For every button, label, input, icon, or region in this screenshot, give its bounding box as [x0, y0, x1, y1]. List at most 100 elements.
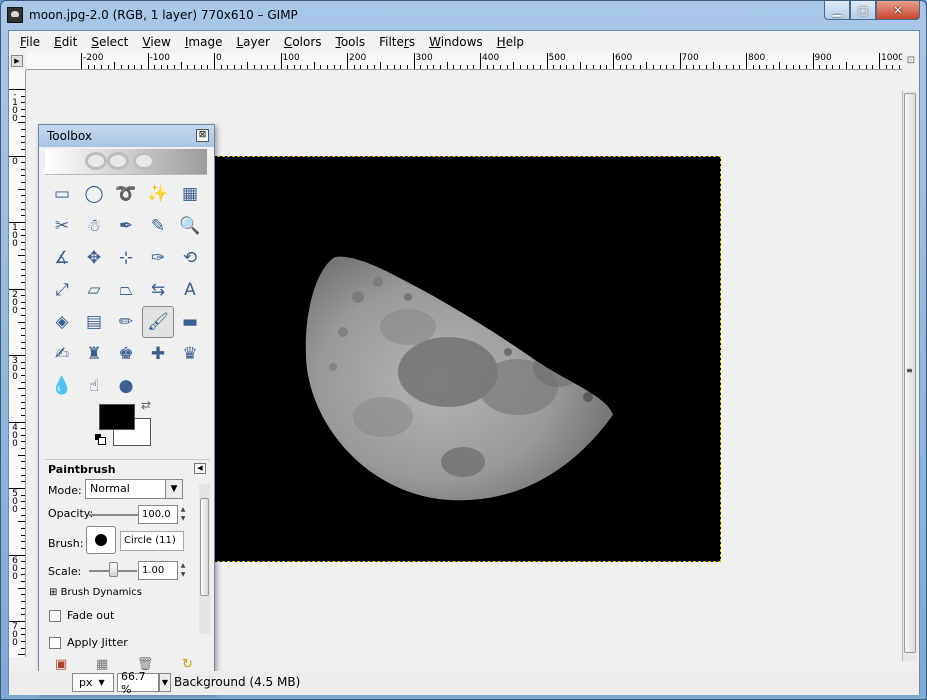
menu-tools[interactable]: Tools: [329, 35, 373, 49]
toolbox-close-button[interactable]: ⊠: [196, 129, 209, 142]
menu-select[interactable]: Select: [84, 35, 135, 49]
brush-name-field[interactable]: Circle (11): [120, 531, 184, 551]
scissors-select-icon[interactable]: ✂: [46, 210, 78, 242]
zoom-icon[interactable]: 🔍: [174, 210, 206, 242]
ruler-minor-tick: [859, 65, 861, 69]
opacity-spin-arrows[interactable]: ▲ ▼: [179, 505, 187, 524]
menu-view[interactable]: View: [135, 35, 177, 49]
ruler-minor-tick: [333, 65, 335, 69]
paths-icon[interactable]: ✒: [110, 210, 142, 242]
ruler-label: 800: [748, 53, 766, 63]
unit-select[interactable]: px ▼: [72, 673, 114, 692]
rect-select-icon[interactable]: ▭: [46, 178, 78, 210]
tool-options-scrollbar[interactable]: [199, 484, 210, 634]
mode-select[interactable]: Normal ▼: [85, 479, 183, 499]
ruler-minor-tick: [21, 461, 25, 463]
perspective-icon[interactable]: ⏢: [110, 274, 142, 306]
text-icon[interactable]: A: [174, 274, 206, 306]
opacity-input[interactable]: 100.0: [138, 505, 178, 524]
fuzzy-select-icon[interactable]: ✨: [142, 178, 174, 210]
ruler-minor-tick: [21, 514, 25, 516]
ruler-minor-tick: [194, 65, 196, 69]
measure-icon[interactable]: ∡: [46, 242, 78, 274]
clone-icon[interactable]: ♚: [110, 338, 142, 370]
move-icon[interactable]: ✥: [78, 242, 110, 274]
bucket-fill-icon[interactable]: ◈: [46, 306, 78, 338]
zoom-input[interactable]: 66.7 %: [117, 670, 159, 696]
ruler-minor-tick: [18, 587, 25, 589]
ruler-minor-tick: [752, 65, 754, 69]
canvas-area: ▶ -200 -100 0 100 200 300 400 500 600 700 800 900 10…: [9, 53, 919, 693]
ruler-minor-tick: [21, 501, 25, 503]
ruler-minor-tick: [493, 65, 495, 69]
airbrush-icon[interactable]: ✍: [46, 338, 78, 370]
minimize-button[interactable]: ▁: [824, 1, 850, 20]
ruler-major-tick: [280, 53, 282, 69]
crop-icon[interactable]: ✑: [142, 242, 174, 274]
smudge-icon[interactable]: ☝: [78, 370, 110, 402]
scale-icon[interactable]: ⤢: [46, 274, 78, 306]
select-by-color-icon[interactable]: ▦: [174, 178, 206, 210]
ruler-label: 500: [548, 53, 566, 63]
ellipse-select-icon[interactable]: ◯: [78, 178, 110, 210]
blend-icon[interactable]: ▤: [78, 306, 110, 338]
ruler-minor-tick: [819, 65, 821, 69]
fade-out-checkbox[interactable]: [49, 610, 61, 622]
tool-options-menu-button[interactable]: ◀: [194, 463, 206, 474]
maximize-button[interactable]: ▢: [850, 1, 876, 20]
ruler-minor-tick: [380, 62, 382, 69]
fade-out-label: Fade out: [67, 609, 115, 622]
blur-sharpen-icon[interactable]: 💧: [46, 370, 78, 402]
eraser-icon[interactable]: ▬: [174, 306, 206, 338]
ruler-label: 0: [12, 156, 18, 167]
apply-jitter-checkbox[interactable]: [49, 637, 61, 649]
vertical-ruler[interactable]: -100 0 100 200 300 400 500 600 700: [9, 70, 26, 657]
perspective-clone-icon[interactable]: ♛: [174, 338, 206, 370]
zoom-fit-icon[interactable]: ⊡: [905, 55, 917, 67]
toolbox-title-bar[interactable]: Toolbox ⊠: [39, 125, 214, 147]
menu-windows[interactable]: Windows: [422, 35, 490, 49]
menu-file[interactable]: File: [13, 35, 47, 49]
dodge-burn-icon[interactable]: ●: [110, 370, 142, 402]
brush-dynamics-expander[interactable]: ⊞ Brush Dynamics: [49, 587, 142, 598]
ink-icon[interactable]: ♜: [78, 338, 110, 370]
close-button[interactable]: ✕: [876, 1, 920, 20]
swap-colors-icon[interactable]: ⇄: [141, 398, 151, 412]
vertical-scrollbar[interactable]: ≡: [902, 91, 917, 661]
heal-icon[interactable]: ✚: [142, 338, 174, 370]
foreground-select-icon[interactable]: ☃: [78, 210, 110, 242]
zoom-dropdown-button[interactable]: ▼: [159, 673, 171, 692]
ruler-minor-tick: [652, 65, 654, 69]
scale-spin-arrows[interactable]: ▲ ▼: [179, 561, 187, 580]
title-bar[interactable]: moon.jpg-2.0 (RGB, 1 layer) 770x610 – GI…: [1, 1, 926, 29]
tool-options-scroll-thumb[interactable]: [200, 498, 209, 596]
rotate-icon[interactable]: ⟲: [174, 242, 206, 274]
ruler-minor-tick: [593, 65, 595, 69]
horizontal-ruler[interactable]: -200 -100 0 100 200 300 400 500 600 700 800 900 1000: [26, 53, 902, 70]
align-icon[interactable]: ⊹: [110, 242, 142, 274]
menu-edit[interactable]: Edit: [47, 35, 84, 49]
ruler-minor-tick: [140, 65, 142, 69]
foreground-color[interactable]: [99, 404, 135, 430]
chevron-down-icon: ▼: [98, 678, 105, 687]
menu-colors[interactable]: Colors: [277, 35, 329, 49]
menu-filters[interactable]: Filters: [372, 35, 422, 49]
free-select-icon[interactable]: ➰: [110, 178, 142, 210]
menu-image[interactable]: Image: [178, 35, 230, 49]
color-picker-icon[interactable]: ✎: [142, 210, 174, 242]
scale-input[interactable]: 1.00: [138, 561, 178, 580]
image-canvas[interactable]: [207, 156, 721, 562]
ruler-label: 600: [12, 555, 18, 582]
flip-icon[interactable]: ⇆: [142, 274, 174, 306]
wilber-banner[interactable]: [45, 149, 207, 175]
brush-preview-button[interactable]: [86, 526, 116, 554]
menu-help[interactable]: Help: [490, 35, 531, 49]
scale-slider-handle[interactable]: [109, 562, 118, 577]
default-colors-icon[interactable]: [95, 434, 106, 445]
toolbox-title: Toolbox: [47, 129, 92, 143]
shear-icon[interactable]: ▱: [78, 274, 110, 306]
menu-layer[interactable]: Layer: [229, 35, 276, 49]
pencil-icon[interactable]: ✏: [110, 306, 142, 338]
paintbrush-icon[interactable]: 🖌: [142, 306, 174, 338]
menu-arrow-button[interactable]: ▶: [11, 55, 23, 67]
